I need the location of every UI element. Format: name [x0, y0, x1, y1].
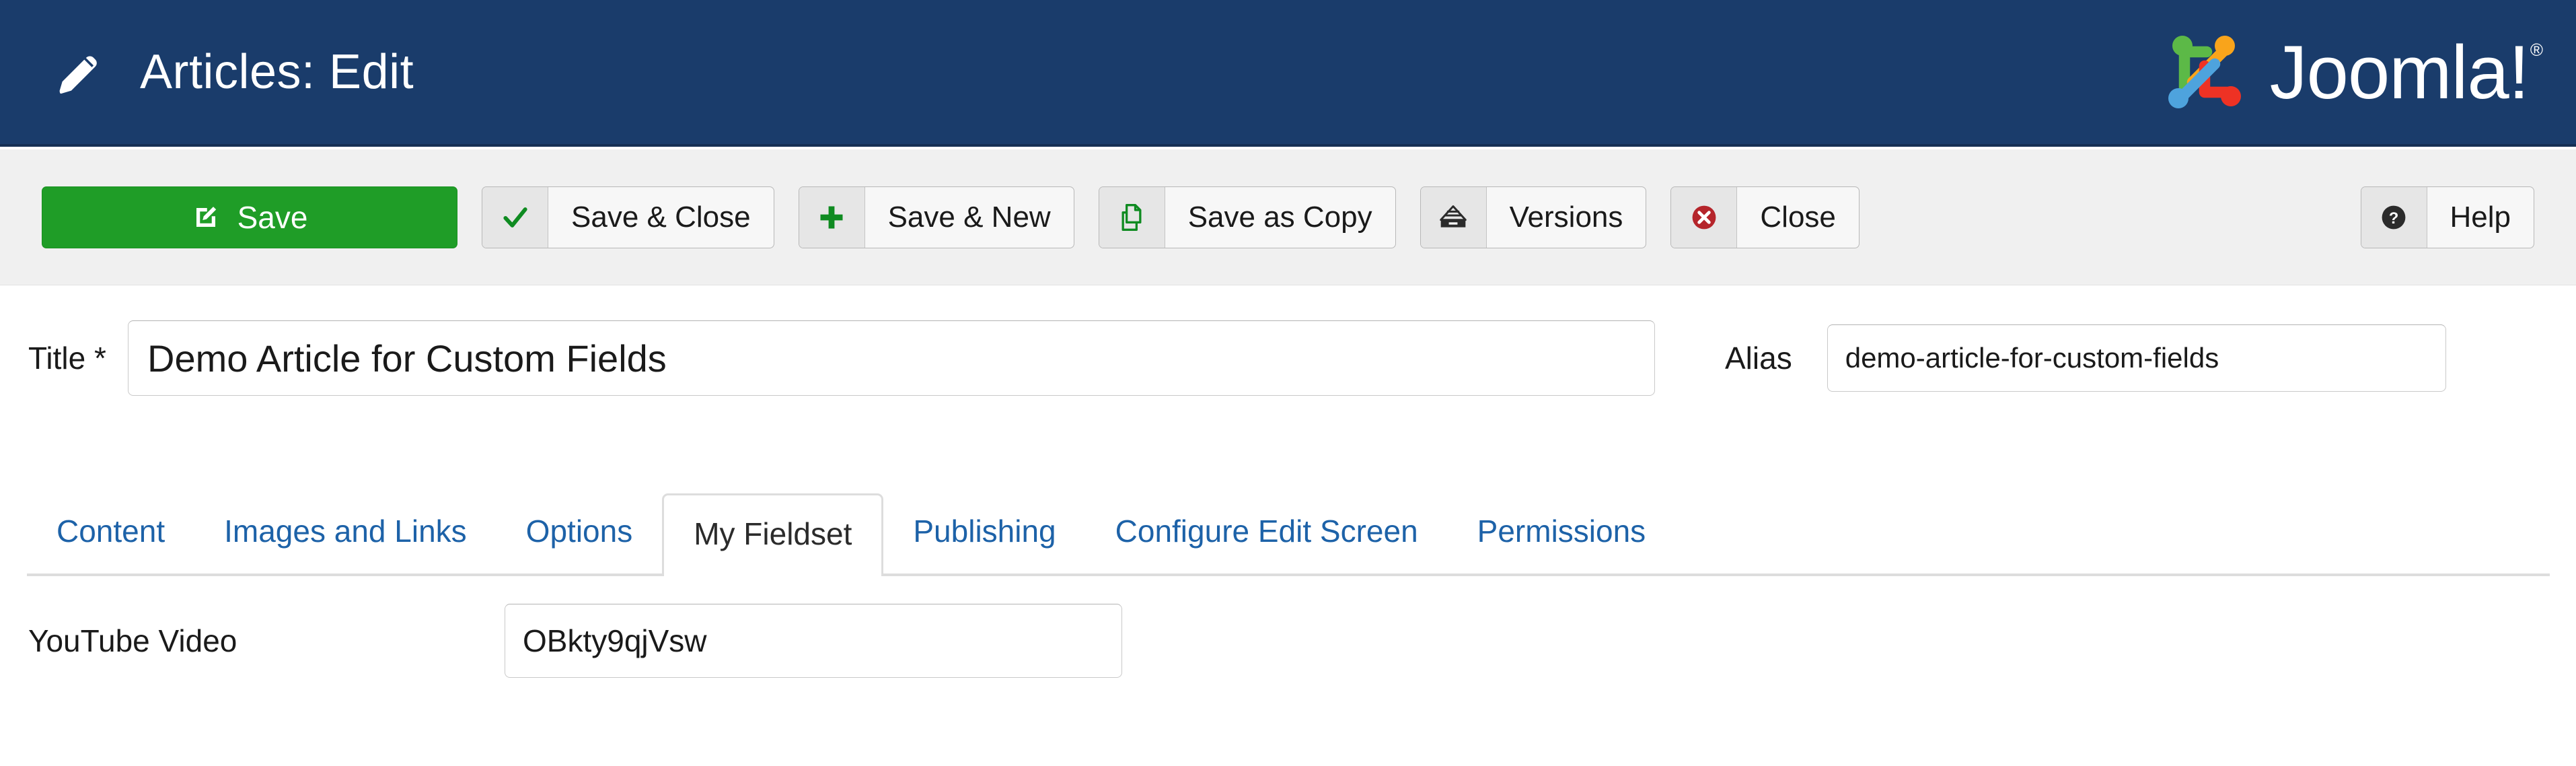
tab-content[interactable]: Content: [27, 516, 194, 573]
youtube-video-label: YouTube Video: [28, 623, 237, 658]
save-as-copy-button[interactable]: Save as Copy: [1098, 186, 1396, 248]
title-input[interactable]: [128, 320, 1655, 396]
alias-label: Alias: [1725, 341, 1792, 376]
page-header: Articles: Edit Joomla!®: [0, 0, 2576, 147]
alias-input[interactable]: [1827, 324, 2446, 392]
svg-text:?: ?: [2389, 209, 2399, 228]
copy-documents-icon: [1099, 186, 1165, 248]
title-alias-row: Title * Alias: [0, 285, 2576, 431]
save-and-close-button[interactable]: Save & Close: [482, 186, 774, 248]
edit-square-icon: [192, 203, 220, 232]
tab-permissions[interactable]: Permissions: [1448, 516, 1676, 573]
tab-my-fieldset[interactable]: My Fieldset: [662, 493, 884, 576]
youtube-video-input[interactable]: [505, 604, 1122, 678]
close-circle-icon: [1671, 186, 1738, 248]
save-button[interactable]: Save: [42, 186, 457, 248]
header-left-group: Articles: Edit: [0, 44, 414, 100]
save-and-close-label: Save & Close: [571, 200, 751, 234]
versions-label: Versions: [1509, 200, 1623, 234]
tab-publishing[interactable]: Publishing: [883, 516, 1085, 573]
tab-list: Content Images and Links Options My Fiel…: [27, 466, 1676, 576]
plus-icon: [799, 186, 865, 248]
brand-logo: Joomla!®: [2154, 22, 2576, 123]
save-and-new-button[interactable]: Save & New: [798, 186, 1074, 248]
pencil-icon: [52, 46, 105, 98]
save-and-new-label: Save & New: [887, 200, 1051, 234]
tab-bar: Content Images and Links Options My Fiel…: [0, 427, 2576, 576]
question-circle-icon: ?: [2361, 186, 2427, 248]
page-title: Articles: Edit: [140, 45, 414, 99]
tab-images-and-links[interactable]: Images and Links: [194, 516, 496, 573]
tab-options[interactable]: Options: [496, 516, 663, 573]
close-button[interactable]: Close: [1670, 186, 1860, 248]
title-label: Title *: [28, 341, 106, 376]
versions-button[interactable]: Versions: [1420, 186, 1647, 248]
toolbar: Save Save & Close Save & New Save as Cop…: [0, 149, 2576, 285]
trademark-symbol: ®: [2530, 40, 2543, 61]
tab-bar-underline: [27, 573, 2550, 576]
edit-form: Title * Alias Content Images and Links O…: [0, 285, 2576, 766]
close-label: Close: [1760, 200, 1836, 234]
help-button[interactable]: ? Help: [2360, 186, 2534, 248]
save-as-copy-label: Save as Copy: [1187, 200, 1372, 234]
brand-wordmark: Joomla!®: [2269, 30, 2543, 114]
archive-drawer-icon: [1420, 186, 1487, 248]
save-button-label: Save: [237, 199, 308, 235]
help-label: Help: [2450, 200, 2511, 234]
tab-configure-edit-screen[interactable]: Configure Edit Screen: [1086, 516, 1448, 573]
check-icon: [482, 186, 548, 248]
youtube-video-row: YouTube Video: [0, 587, 2576, 695]
joomla-mark-icon: [2154, 22, 2255, 123]
